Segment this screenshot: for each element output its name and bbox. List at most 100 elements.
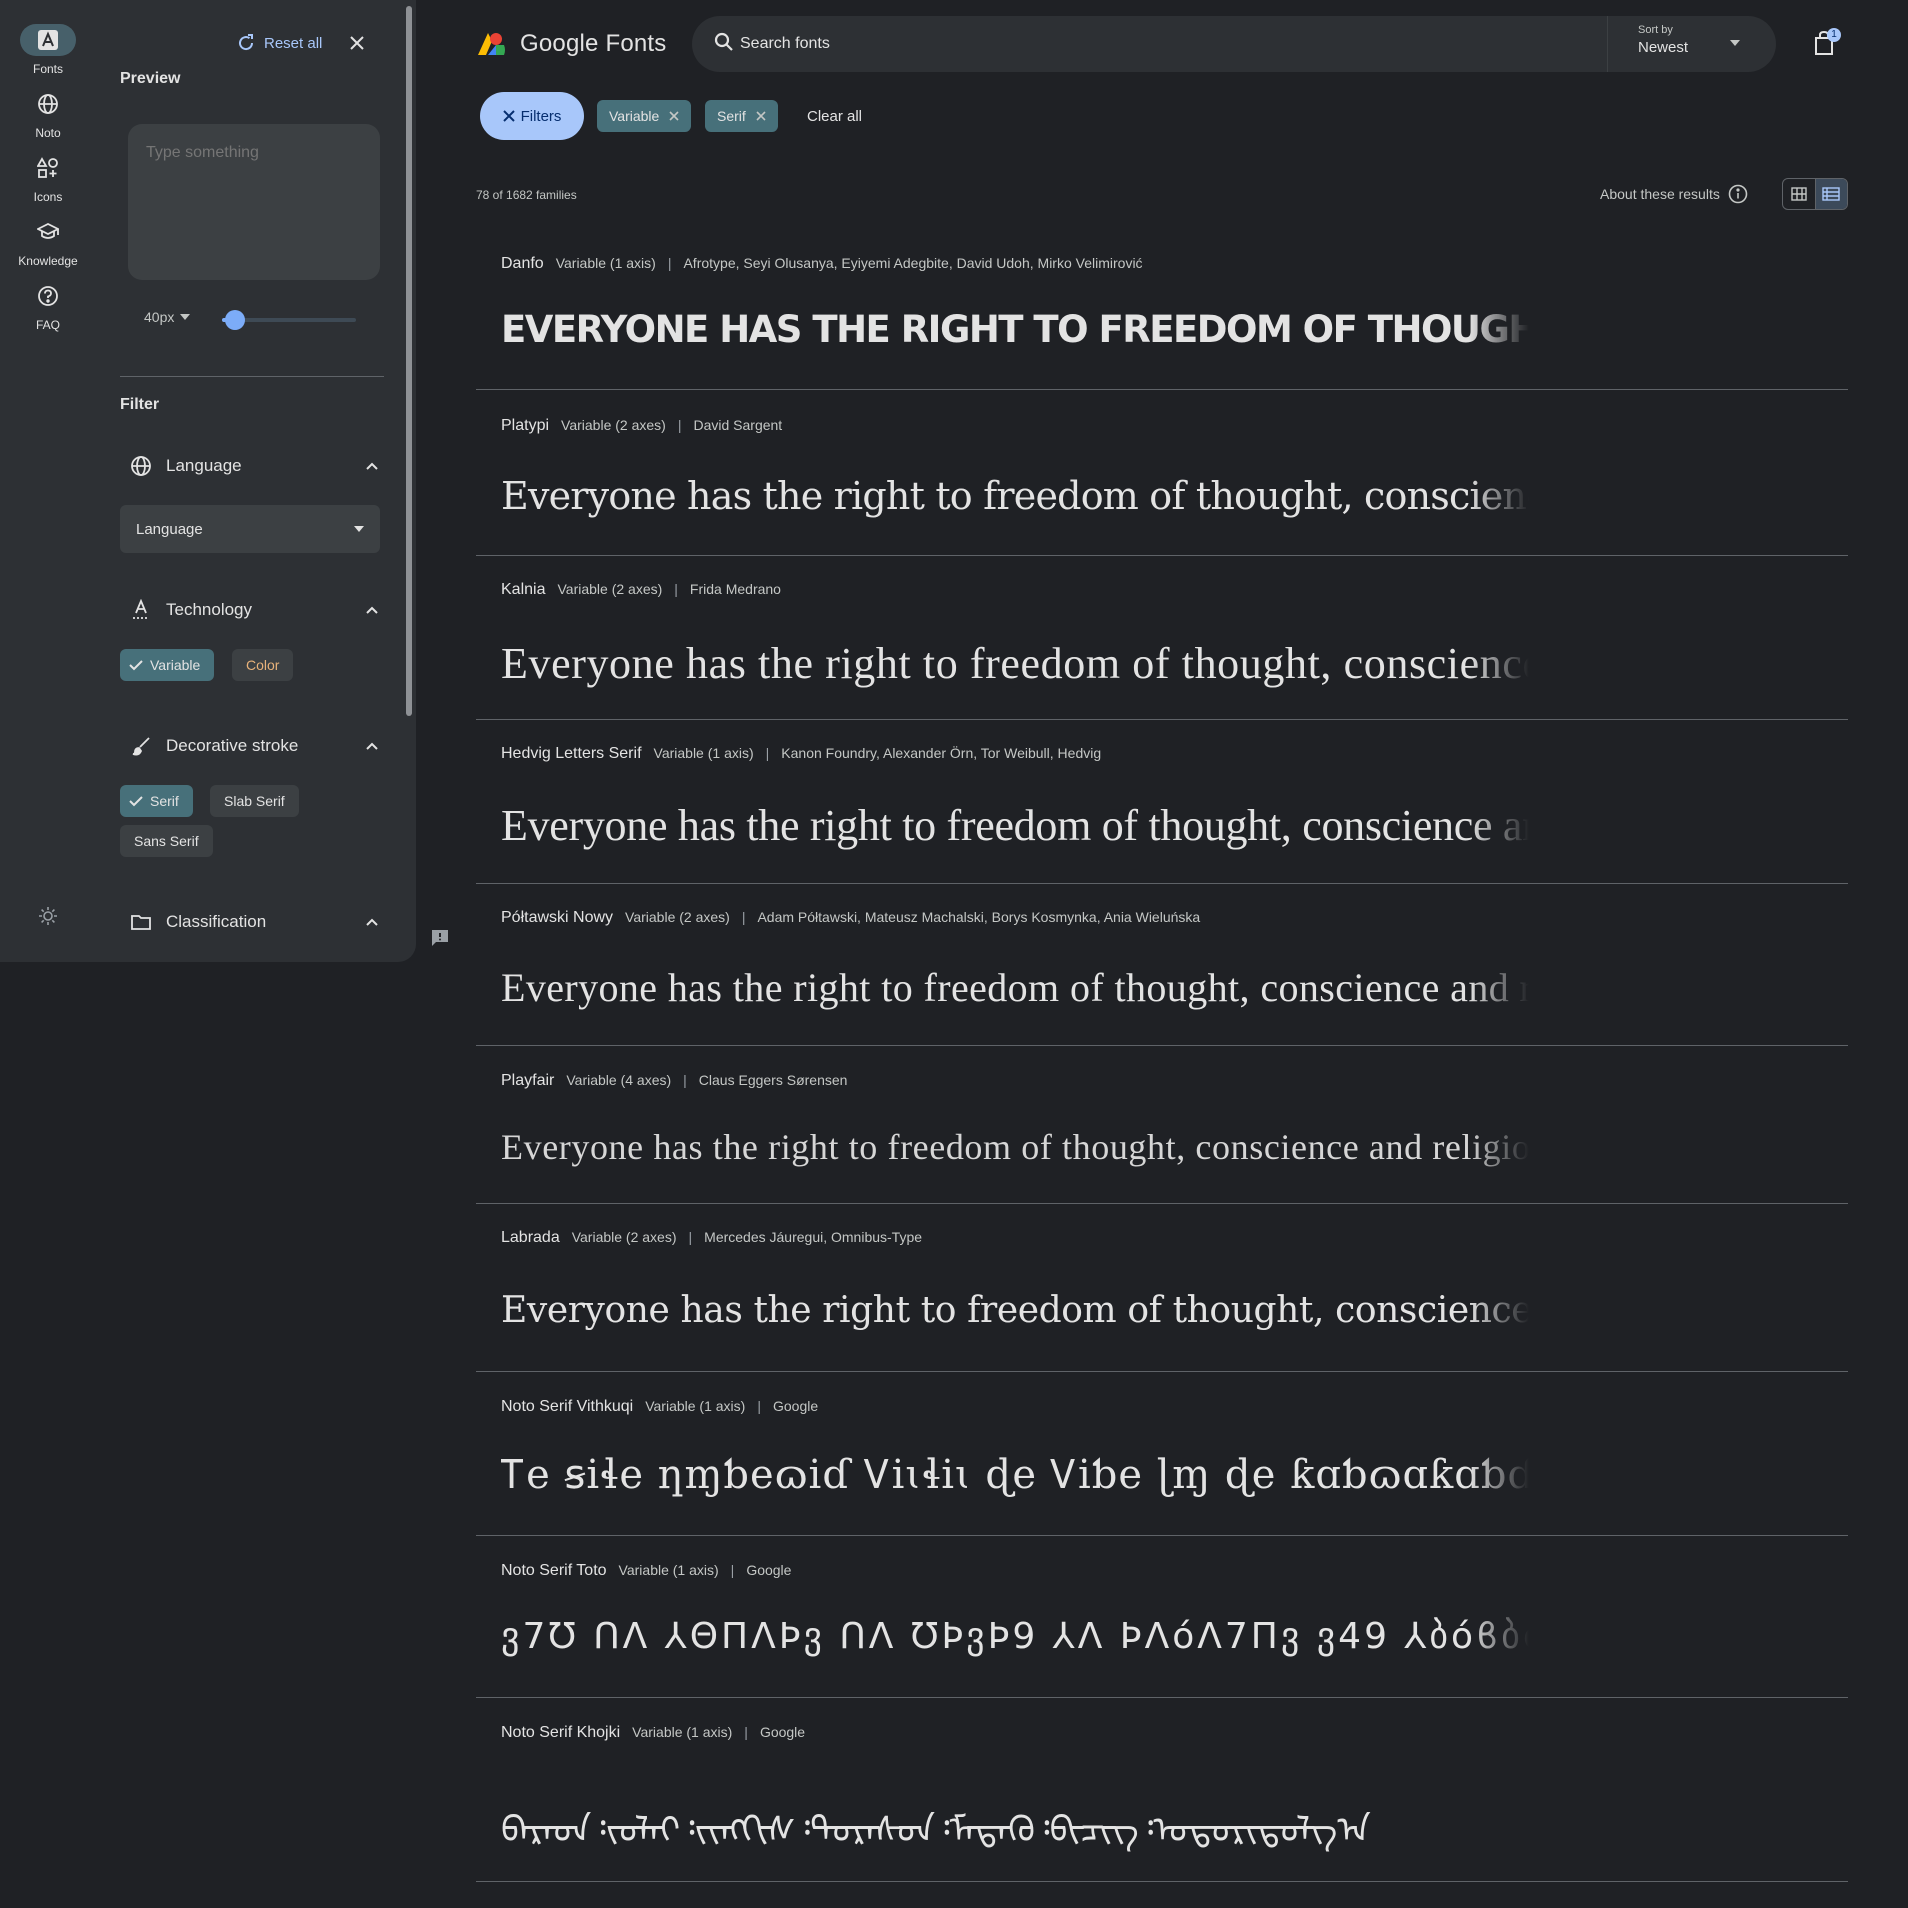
info-icon [1728,184,1748,204]
font-name: Kalnia [501,581,546,598]
font-row-hedvig-letters-serif[interactable]: Hedvig Letters Serif Variable (1 axis) |… [476,720,1848,884]
google-fonts-logo-icon [478,33,505,55]
font-sample: ვ7Ʊ ՈΛ ⅄ΘΠΛϷვ ՈΛ ƱϷვϷ9 ⅄Λ ϷΛόΛ7Πვ ვ49 ⅄ბ… [501,1616,1529,1657]
grid-view-button[interactable] [1783,179,1815,209]
meta-separator: | [757,1398,761,1414]
rail-item-faq[interactable]: FAQ [0,280,96,332]
rail-item-fonts[interactable]: Fonts [0,24,96,76]
font-sample: ᠪᠠᠷᠠᠦᠨ᠄ᠵᠣᠯᠠᠢ᠄ᠵᠢᠩᠭᠢᠰ᠄ᠳᠤᠷᠠᠰᠤᠨ᠄ᠮᠡᠳᠡᠬᠦ᠄ᠪᠢᠴᠢᠭ… [501,1810,1371,1851]
chip-label: Variable [150,657,201,673]
language-group-toggle[interactable]: Language [130,452,378,480]
meta-separator: | [765,745,770,761]
preview-text-input[interactable] [128,124,380,280]
meta-separator: | [674,581,678,597]
font-designers: Mercedes Jáuregui, Omnibus-Type [704,1229,923,1245]
font-meta: Noto Serif Vithkuqi Variable (1 axis) | … [501,1398,818,1416]
font-axes: Variable (2 axes) [625,909,730,925]
stroke-chip-serif[interactable]: Serif [120,785,193,817]
font-designers: Kanon Foundry, Alexander Örn, Tor Weibul… [781,745,1102,761]
caret-down-icon [354,526,364,532]
font-meta: Kalnia Variable (2 axes) | Frida Medrano [501,581,781,599]
filter-title: Filter [120,396,160,413]
preview-size-slider[interactable] [222,310,356,330]
font-meta: Hedvig Letters Serif Variable (1 axis) |… [501,745,1101,763]
font-axes: Variable (2 axes) [557,581,663,597]
shapes-icon [20,152,76,184]
font-row-playfair[interactable]: Playfair Variable (4 axes) | Claus Egger… [476,1046,1848,1204]
classification-group-toggle[interactable]: Classification [130,908,378,936]
font-sample: Everyone has the right to freedom of tho… [501,474,1529,518]
stroke-chip-slab-serif[interactable]: Slab Serif [210,785,299,817]
font-name: Noto Serif Toto [501,1562,607,1579]
chip-label: Serif [150,793,179,809]
technology-chip-color[interactable]: Color [232,649,294,681]
folder-icon [131,915,151,930]
font-axes: Variable (1 axis) [618,1562,719,1578]
font-row-poltawski-nowy[interactable]: Półtawski Nowy Variable (2 axes) | Adam … [476,884,1848,1046]
font-row-labrada[interactable]: Labrada Variable (2 axes) | Mercedes Jáu… [476,1204,1848,1372]
rail-item-knowledge[interactable]: Knowledge [0,216,96,268]
rail-label-icons: Icons [33,190,63,204]
font-name: Hedvig Letters Serif [501,745,642,762]
active-filter-chip-serif[interactable]: Serif [705,100,778,132]
google-fonts-logo[interactable]: Google Fonts [476,30,666,58]
close-drawer-button[interactable] [344,30,370,56]
close-icon[interactable] [756,111,766,121]
results-count: 78 of 1682 families [476,188,577,202]
active-filter-chip-variable[interactable]: Variable [597,100,692,132]
technology-chip-variable[interactable]: Variable [120,649,215,681]
clear-all-button[interactable]: Clear all [807,108,862,125]
caret-down-icon[interactable] [1730,40,1740,46]
meta-separator: | [744,1724,748,1740]
decorative-stroke-group-toggle[interactable]: Decorative stroke [130,732,378,760]
theme-toggle-icon[interactable] [32,900,64,932]
view-toggle [1782,178,1848,210]
chip-label: Color [246,657,280,673]
language-select[interactable]: Language [120,505,380,553]
font-axes: Variable (4 axes) [566,1072,672,1088]
about-results-button[interactable]: About these results [1600,184,1748,204]
filters-toggle-button[interactable]: Filters [480,92,584,140]
preview-size-value: 40px [144,309,175,325]
font-meta: Noto Serif Khojki Variable (1 axis) | Go… [501,1724,805,1742]
font-designers: Google [772,1398,819,1414]
grid-view-icon [1791,187,1807,201]
font-meta: Platypi Variable (2 axes) | David Sargen… [501,417,782,435]
feedback-icon[interactable] [430,928,450,948]
font-designers: Adam Półtawski, Mateusz Machalski, Borys… [757,909,1201,925]
drawer-scrollbar[interactable] [406,6,412,716]
technology-group-toggle[interactable]: Technology [130,596,378,624]
list-view-button[interactable] [1814,179,1847,209]
decorative-stroke-group-title: Decorative stroke [166,736,299,755]
font-name: Półtawski Nowy [501,909,614,926]
font-sample: Everyone has the right to freedom of tho… [501,1127,1529,1167]
font-axes: Variable (1 axis) [555,255,656,271]
rail-item-icons[interactable]: Icons [0,152,96,204]
close-icon[interactable] [669,111,679,121]
chevron-up-icon [366,606,378,614]
rail-item-noto[interactable]: Noto [0,88,96,140]
font-name: Playfair [501,1072,555,1089]
font-row-noto-serif-toto[interactable]: Noto Serif Toto Variable (1 axis) | Goog… [476,1536,1848,1698]
font-meta: Danfo Variable (1 axis) | Afrotype, Seyi… [501,255,1143,273]
font-sample: EVERYONE HAS THE RIGHT TO FREEDOM OF THO… [501,308,1529,351]
slider-thumb[interactable] [225,310,246,330]
reset-all-button[interactable]: Reset all [236,30,322,56]
meta-separator: | [667,255,672,271]
font-row-noto-serif-khojki[interactable]: Noto Serif Khojki Variable (1 axis) | Go… [476,1698,1848,1882]
stroke-chip-sans-serif[interactable]: Sans Serif [120,825,213,857]
font-name: Labrada [501,1229,560,1246]
meta-separator: | [741,909,746,925]
active-chip-label: Variable [609,108,660,124]
font-icon [20,24,76,56]
preview-size-select[interactable]: 40px [144,309,191,325]
font-row-kalnia[interactable]: Kalnia Variable (2 axes) | Frida Medrano… [476,556,1848,720]
font-row-noto-serif-vithkuqi[interactable]: Noto Serif Vithkuqi Variable (1 axis) | … [476,1372,1848,1536]
font-sample: Everyone has the right to freedom of tho… [501,965,1529,1010]
font-row-platypi[interactable]: Platypi Variable (2 axes) | David Sargen… [476,390,1848,556]
close-icon [502,110,515,122]
search-input[interactable] [740,26,1580,62]
font-row-danfo[interactable]: Danfo Variable (1 axis) | Afrotype, Seyi… [476,232,1848,390]
font-axes: Variable (2 axes) [571,1229,677,1245]
filter-drawer: Reset all Preview 40px Filter Language L… [96,0,416,962]
